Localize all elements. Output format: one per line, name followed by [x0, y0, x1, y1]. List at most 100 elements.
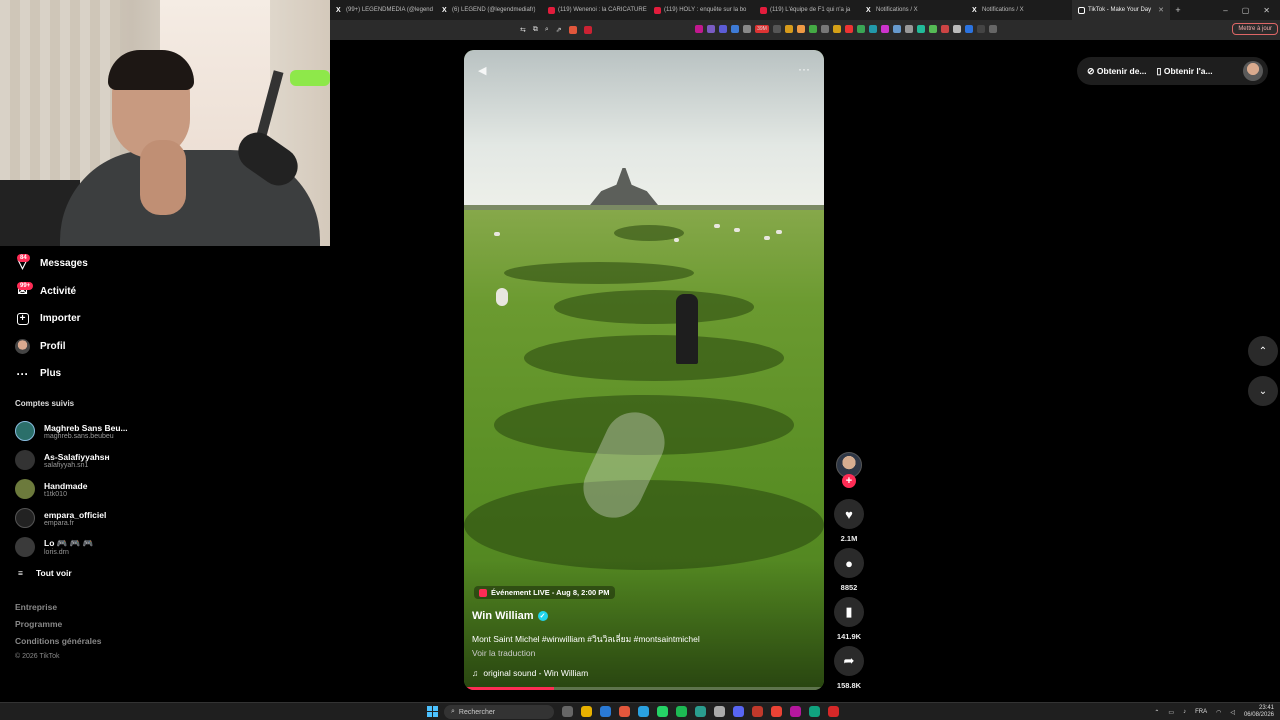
extension-icon[interactable] [845, 25, 853, 33]
taskbar-search[interactable]: ⌕ Rechercher [444, 705, 554, 719]
see-all-following-link[interactable]: ≡ Tout voir [0, 562, 150, 584]
maximize-button[interactable]: ▢ [1242, 6, 1250, 15]
app-icon[interactable] [790, 706, 801, 717]
wifi-icon[interactable]: ◠ [1216, 709, 1221, 716]
user-avatar[interactable] [1243, 61, 1263, 81]
heart-icon[interactable]: ♥ [834, 499, 864, 529]
like-action[interactable]: ♥ 2.1M [834, 499, 864, 543]
close-window-button[interactable]: ✕ [1263, 6, 1270, 15]
get-app-button[interactable]: ▯ Obtenir l'a... [1157, 66, 1213, 77]
language-indicator[interactable]: FRA [1195, 709, 1207, 715]
extension-icon[interactable] [695, 25, 703, 33]
new-tab-button[interactable]: + [1170, 5, 1186, 15]
brave-rewards-icon[interactable] [583, 26, 592, 34]
next-video-button[interactable]: ⌄ [1248, 376, 1278, 406]
see-translation-link[interactable]: Voir la traduction [472, 648, 535, 658]
extension-icon[interactable] [881, 25, 889, 33]
video-progress-bar[interactable] [464, 687, 824, 690]
share-icon[interactable]: ⇗ [556, 26, 562, 34]
following-account[interactable]: empara_officiel empara.fr [0, 504, 150, 533]
extension-icon[interactable] [773, 25, 781, 33]
sidebar-item-messages[interactable]: ▽ 84 Messages [0, 250, 150, 278]
video-player[interactable]: ◀ ··· Événement LIVE - Aug 8, 2:00 PM Wi… [464, 50, 824, 690]
app-icon[interactable] [828, 706, 839, 717]
extension-icon[interactable] [809, 25, 817, 33]
footer-link-entreprise[interactable]: Entreprise [15, 602, 150, 619]
following-account[interactable]: Lo 🎮 🎮 🎮 loris.drn [0, 533, 150, 562]
extension-icon[interactable] [743, 25, 751, 33]
extension-icon[interactable] [989, 25, 997, 33]
following-account[interactable]: As-Salafiyyahsн salafiyyah.sn1 [0, 446, 150, 475]
extension-icon[interactable] [953, 25, 961, 33]
chrome-icon[interactable] [771, 706, 782, 717]
comment-action[interactable]: ● 8852 [834, 548, 864, 592]
extension-icon[interactable] [857, 25, 865, 33]
whatsapp-icon[interactable] [657, 706, 668, 717]
volume-icon[interactable]: ◁ [1230, 709, 1235, 716]
microphone-icon[interactable]: ♪ [1183, 709, 1186, 715]
app-icon[interactable] [809, 706, 820, 717]
browser-tab[interactable]: X (6) LEGEND (@legendmediafr) [436, 0, 542, 20]
sidebar-item-activite[interactable]: ✉ 99+ Activité [0, 278, 150, 306]
network-icon[interactable]: ▭ [1168, 709, 1174, 716]
chevron-up-icon[interactable]: ⌃ [1154, 709, 1159, 716]
sidebar-item-plus[interactable]: ··· Plus [0, 360, 150, 388]
more-options-icon[interactable]: ··· [798, 62, 810, 76]
sidebar-item-importer[interactable]: + Importer [0, 305, 150, 333]
follow-button[interactable]: + [842, 474, 856, 488]
sound-link[interactable]: ♫ original sound - Win William [472, 668, 588, 678]
footer-link-programme[interactable]: Programme [15, 619, 150, 636]
browser-tab[interactable]: (119) Wenenoi : la CARICATURE [542, 0, 648, 20]
bookmark-icon[interactable]: ▮ [834, 597, 864, 627]
extension-icon[interactable] [905, 25, 913, 33]
brave-shield-icon[interactable] [568, 26, 577, 34]
browser-tab[interactable]: X Notifications / X [860, 0, 966, 20]
telegram-icon[interactable] [638, 706, 649, 717]
following-account[interactable]: Maghreb Sans Beu... maghreb.sans.beubeu [0, 417, 150, 446]
extension-icon[interactable] [707, 25, 715, 33]
comment-icon[interactable]: ● [834, 548, 864, 578]
footer-link-conditions[interactable]: Conditions générales [15, 636, 150, 653]
extension-icon[interactable] [719, 25, 727, 33]
app-icon[interactable] [714, 706, 725, 717]
extension-icon[interactable] [785, 25, 793, 33]
external-link-icon[interactable]: ⧉ [533, 26, 538, 34]
video-author[interactable]: Win William ✓ [472, 610, 548, 622]
sidebar-item-profil[interactable]: Profil [0, 333, 150, 361]
previous-video-button[interactable]: ⌃ [1248, 336, 1278, 366]
extension-icon[interactable] [977, 25, 985, 33]
extension-icon[interactable] [917, 25, 925, 33]
following-account[interactable]: Handmade t1tk010 [0, 475, 150, 504]
extension-icon[interactable] [833, 25, 841, 33]
get-desktop-button[interactable]: ⊘ Obtenir de... [1087, 66, 1147, 77]
extension-icon[interactable] [929, 25, 937, 33]
browser-tab[interactable]: (119) HOLY : enquête sur la bo [648, 0, 754, 20]
app-icon[interactable] [695, 706, 706, 717]
translate-icon[interactable]: ⇆ [520, 26, 526, 34]
browser-tab[interactable]: X (99+) LEGENDMEDIA (@legend [330, 0, 436, 20]
opera-icon[interactable] [752, 706, 763, 717]
extension-badge-icon[interactable]: 39M [755, 25, 769, 33]
zoom-icon[interactable]: ⌕ [545, 26, 549, 34]
update-browser-button[interactable]: Mettre à jour [1232, 23, 1278, 35]
brave-icon[interactable] [619, 706, 630, 717]
minimize-button[interactable]: – [1223, 6, 1227, 15]
discord-icon[interactable] [733, 706, 744, 717]
extension-icon[interactable] [869, 25, 877, 33]
extension-icon[interactable] [965, 25, 973, 33]
spotify-icon[interactable] [676, 706, 687, 717]
file-explorer-icon[interactable] [581, 706, 592, 717]
share-action[interactable]: ➦ 158.8K [834, 646, 864, 690]
extension-icon[interactable] [797, 25, 805, 33]
start-button[interactable] [427, 706, 438, 717]
browser-tab-active[interactable]: TikTok - Make Your Day ✕ [1072, 0, 1170, 20]
close-tab-icon[interactable]: ✕ [1158, 6, 1164, 14]
clock[interactable]: 23:41 06/08/2026 [1244, 705, 1274, 719]
extension-icon[interactable] [731, 25, 739, 33]
task-view-icon[interactable] [562, 706, 573, 717]
mute-icon[interactable]: ◀ [478, 64, 486, 77]
live-event-pill[interactable]: Événement LIVE - Aug 8, 2:00 PM [474, 586, 615, 599]
extension-icon[interactable] [821, 25, 829, 33]
share-arrow-icon[interactable]: ➦ [834, 646, 864, 676]
extension-icon[interactable] [941, 25, 949, 33]
